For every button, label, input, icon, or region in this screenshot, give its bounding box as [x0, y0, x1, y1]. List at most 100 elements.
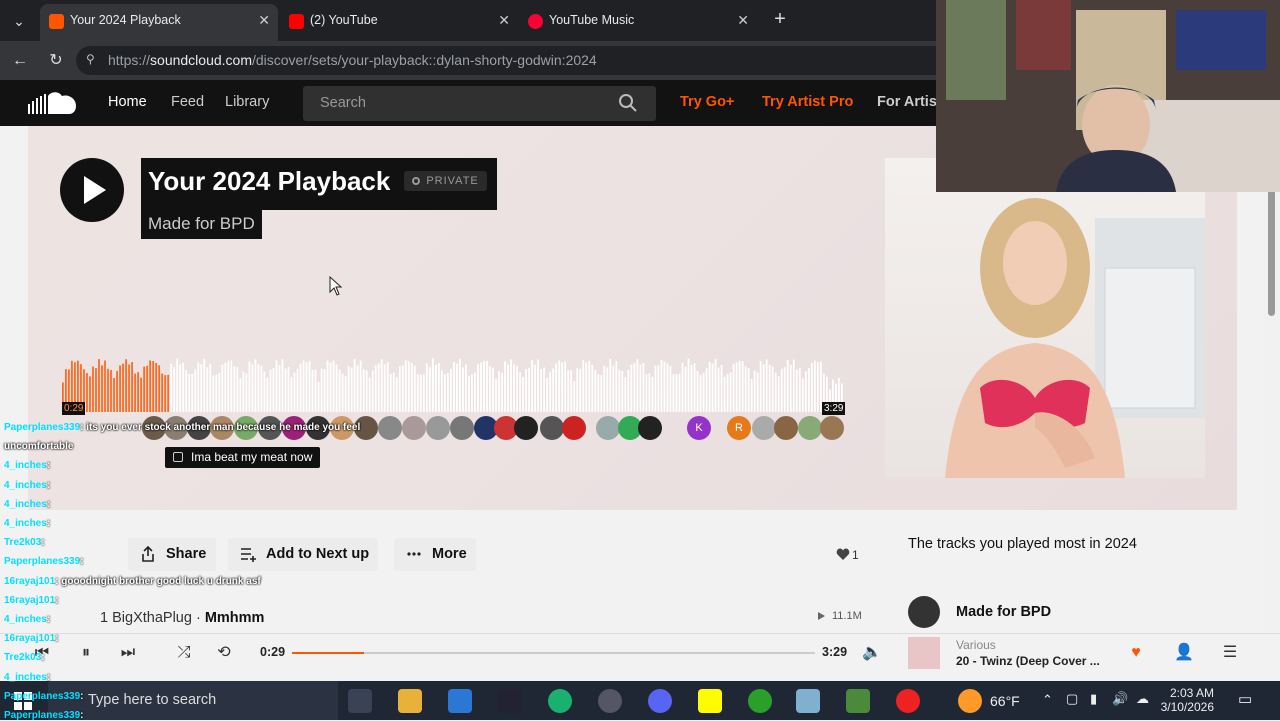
page-scrollbar[interactable]	[1263, 126, 1280, 671]
comment-avatar[interactable]	[562, 416, 586, 440]
network-icon[interactable]: ▢	[1066, 691, 1078, 707]
obs-icon[interactable]	[598, 689, 622, 713]
snapchat-icon[interactable]	[698, 689, 722, 713]
repeat-icon[interactable]: ⟲	[214, 643, 234, 663]
nav-library[interactable]: Library	[225, 94, 269, 110]
comment-avatar[interactable]	[378, 416, 402, 440]
search-input[interactable]: Search	[303, 86, 656, 121]
app-icon[interactable]	[796, 689, 820, 713]
more-button[interactable]: More	[394, 538, 476, 571]
playlist-artwork[interactable]	[885, 158, 1205, 478]
comment-avatar-k[interactable]: K	[687, 416, 711, 440]
xbox-icon[interactable]	[748, 689, 772, 713]
try-artist-pro-link[interactable]: Try Artist Pro	[762, 94, 853, 110]
track-list-item[interactable]: 1 BigXthaPlug · Mmhmm	[100, 610, 264, 626]
comment-avatar[interactable]	[820, 416, 844, 440]
comment-avatar[interactable]	[514, 416, 538, 440]
tab-youtube[interactable]: (2) YouTube ✕	[280, 4, 518, 41]
file-explorer-icon[interactable]	[398, 689, 422, 713]
waveform-bar	[257, 364, 260, 412]
player-track-artwork[interactable]	[908, 637, 940, 669]
tray-overflow-chevron-icon[interactable]: ⌃	[1042, 692, 1053, 708]
volume-icon[interactable]: 🔈	[862, 643, 882, 663]
comment-avatar[interactable]	[164, 416, 188, 440]
soundcloud-logo-icon[interactable]	[28, 90, 78, 116]
like-heart-icon[interactable]	[836, 548, 850, 561]
tab-your-2024-playback[interactable]: Your 2024 Playback ✕	[40, 4, 278, 41]
new-tab-plus-icon[interactable]: +	[768, 8, 792, 32]
comment-avatar[interactable]	[752, 416, 776, 440]
playlist-subtitle[interactable]: Made for BPD	[141, 210, 262, 239]
player-like-heart-icon[interactable]: ♥	[1126, 643, 1146, 663]
notifications-icon[interactable]: ▭	[1238, 690, 1252, 708]
search-icon[interactable]	[618, 93, 638, 113]
speaker-icon[interactable]: 🔊	[1112, 691, 1128, 707]
close-tab-icon[interactable]: ✕	[498, 4, 510, 37]
waveform[interactable]	[62, 348, 844, 412]
comment-avatar[interactable]	[330, 416, 354, 440]
comment-avatar[interactable]	[450, 416, 474, 440]
comment-avatar[interactable]	[638, 416, 662, 440]
tab-list-chevron-icon[interactable]: ⌄	[6, 8, 32, 34]
waveform-bar	[365, 370, 368, 412]
store-icon[interactable]	[448, 689, 472, 713]
try-go-plus-link[interactable]: Try Go+	[680, 94, 734, 110]
player-artist[interactable]: Various	[956, 638, 996, 652]
taskbar-search-input[interactable]: Type here to search	[48, 681, 338, 720]
sidebar-track-avatar[interactable]	[908, 596, 940, 628]
reload-icon[interactable]: ↻	[45, 50, 67, 72]
site-info-icon[interactable]: ⚲	[86, 52, 95, 66]
clock[interactable]: 2:03 AM 3/10/2026	[1160, 686, 1214, 714]
nav-home[interactable]: Home	[108, 94, 147, 110]
close-tab-icon[interactable]: ✕	[737, 4, 749, 37]
tab-youtube-music[interactable]: YouTube Music ✕	[519, 4, 757, 41]
task-view-icon[interactable]	[348, 689, 372, 713]
queue-icon[interactable]: ☰	[1220, 643, 1240, 663]
comment-avatar-r[interactable]: R	[727, 416, 751, 440]
close-tab-icon[interactable]: ✕	[258, 4, 270, 37]
comment-avatar[interactable]	[282, 416, 306, 440]
battery-icon[interactable]: ▮	[1090, 691, 1097, 707]
steam-icon[interactable]	[498, 689, 522, 713]
share-button[interactable]: Share	[128, 538, 216, 571]
comment-avatar[interactable]	[258, 416, 282, 440]
player-progress-bar[interactable]	[292, 652, 815, 654]
comment-avatar[interactable]	[540, 416, 564, 440]
waveform-bar	[398, 366, 401, 412]
onedrive-cloud-icon[interactable]: ☁	[1136, 691, 1149, 707]
comment-avatar[interactable]	[402, 416, 426, 440]
weather-temp[interactable]: 66°F	[990, 693, 1020, 709]
discord-icon[interactable]	[648, 689, 672, 713]
waveform-bar	[738, 360, 741, 412]
nvidia-icon[interactable]	[846, 689, 870, 713]
play-button[interactable]	[60, 158, 124, 222]
next-icon[interactable]: ⏭	[118, 643, 138, 663]
edge-icon[interactable]	[548, 689, 572, 713]
scrollbar-thumb[interactable]	[1268, 186, 1275, 316]
comment-avatar[interactable]	[187, 416, 211, 440]
comment-avatar[interactable]	[354, 416, 378, 440]
comment-avatar[interactable]	[426, 416, 450, 440]
sidebar-track-name[interactable]: Made for BPD	[956, 604, 1051, 620]
nav-feed[interactable]: Feed	[171, 94, 204, 110]
comment-avatar[interactable]	[306, 416, 330, 440]
pause-icon[interactable]: ⏸	[76, 643, 96, 663]
comment-avatar[interactable]	[774, 416, 798, 440]
chrome-icon[interactable]	[896, 689, 920, 713]
weather-icon[interactable]	[958, 689, 982, 713]
comment-avatar[interactable]	[234, 416, 258, 440]
add-to-next-up-button[interactable]: Add to Next up	[228, 538, 378, 571]
shuffle-icon[interactable]: ⤮	[174, 643, 194, 663]
comment-avatar[interactable]	[142, 416, 166, 440]
track-title[interactable]: Mmhmm	[205, 610, 265, 626]
comment-avatar[interactable]	[210, 416, 234, 440]
follow-user-icon[interactable]: 👤	[1174, 643, 1194, 663]
player-track-title[interactable]: 20 - Twinz (Deep Cover ...	[956, 654, 1100, 668]
previous-icon[interactable]: ⏮	[32, 643, 52, 663]
comment-avatar[interactable]	[596, 416, 620, 440]
comment-avatar[interactable]	[798, 416, 822, 440]
back-arrow-icon[interactable]: ←	[9, 50, 31, 72]
waveform-bar	[293, 372, 296, 412]
windows-start-icon[interactable]	[14, 692, 32, 710]
track-artist[interactable]: BigXthaPlug	[112, 610, 192, 626]
